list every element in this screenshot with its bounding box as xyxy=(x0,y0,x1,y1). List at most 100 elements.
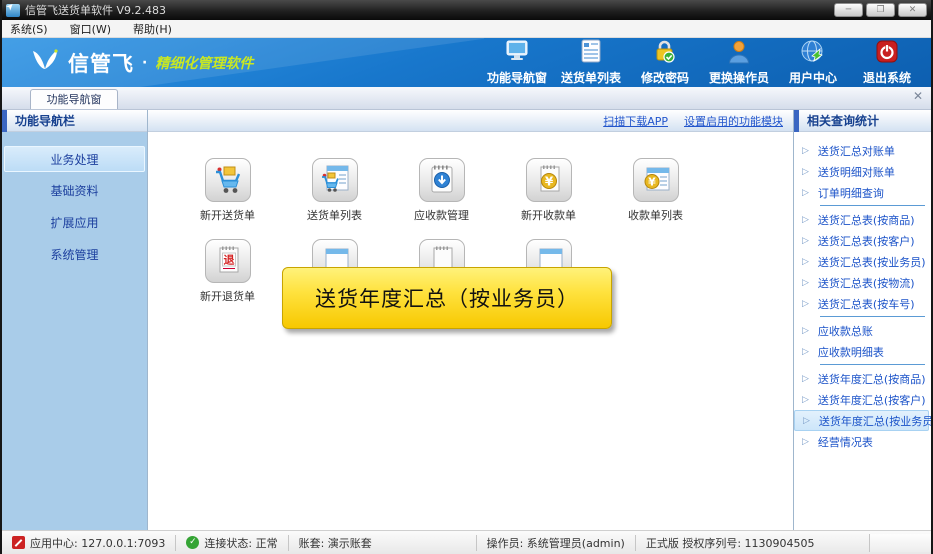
query-item[interactable]: ▷送货汇总表(按车号) xyxy=(794,293,931,314)
menu-help[interactable]: 帮助(H) xyxy=(133,21,172,37)
svg-text:¥: ¥ xyxy=(544,174,553,188)
receipt-new-icon: ¥ xyxy=(533,163,565,198)
power-icon xyxy=(874,39,900,67)
triangle-icon: ▷ xyxy=(802,347,809,357)
triangle-icon: ▷ xyxy=(803,416,810,426)
right-panel-header: 相关查询统计 xyxy=(794,110,931,132)
toolbar-user-center[interactable]: 用户中心 xyxy=(779,39,847,86)
resize-grip[interactable] xyxy=(869,534,931,552)
query-list: ▷送货汇总对账单 ▷送货明细对账单 ▷订单明细查询 ▷送货汇总表(按商品) ▷送… xyxy=(794,132,931,530)
cart-list-icon xyxy=(319,163,351,198)
shortcut-receipt-list[interactable]: ¥ 收款单列表 xyxy=(602,158,709,223)
triangle-icon: ▷ xyxy=(802,167,809,177)
shortcut-new-return[interactable]: 退 新开退货单 xyxy=(174,239,281,304)
menu-system[interactable]: 系统(S) xyxy=(10,21,48,37)
app-header: 信管飞 · 精细化管理软件 功能导航窗 送货单列表 修改密码 更换操作员 xyxy=(2,38,931,87)
query-item[interactable]: ▷送货汇总表(按客户) xyxy=(794,230,931,251)
left-nav-panel: 功能导航栏 业务处理 基础资料 扩展应用 系统管理 xyxy=(2,110,148,530)
receipt-list-icon: ¥ xyxy=(640,163,672,198)
query-item[interactable]: ▷送货汇总表(按业务员) xyxy=(794,251,931,272)
triangle-icon: ▷ xyxy=(802,374,809,384)
left-panel-title: 功能导航栏 xyxy=(15,112,75,129)
shortcut-delivery-list[interactable]: 送货单列表 xyxy=(281,158,388,223)
query-item[interactable]: ▷送货汇总对账单 xyxy=(794,140,931,161)
tab-strip: 功能导航窗 ✕ xyxy=(2,87,931,110)
links-row: 扫描下载APP 设置启用的功能模块 xyxy=(148,110,793,132)
query-item[interactable]: ▷送货明细对账单 xyxy=(794,161,931,182)
list-divider xyxy=(820,364,925,365)
shortcut-receivable-mgmt[interactable]: 应收款管理 xyxy=(388,158,495,223)
triangle-icon: ▷ xyxy=(802,236,809,246)
toolbar-switch-operator[interactable]: 更换操作员 xyxy=(705,39,773,86)
query-item[interactable]: ▷送货汇总表(按商品) xyxy=(794,209,931,230)
hover-tooltip: 送货年度汇总（按业务员） xyxy=(282,267,612,329)
logo: 信管飞 · 精细化管理软件 xyxy=(30,48,253,78)
query-item[interactable]: ▷送货年度汇总(按客户) xyxy=(794,389,931,410)
toolbar-delivery-list[interactable]: 送货单列表 xyxy=(557,39,625,86)
triangle-icon: ▷ xyxy=(802,326,809,336)
restore-button[interactable]: ❐ xyxy=(866,3,895,17)
query-item[interactable]: ▷订单明细查询 xyxy=(794,182,931,203)
status-app-center: 应用中心: 127.0.0.1:7093 xyxy=(2,535,176,551)
sidebar-item-system[interactable]: 系统管理 xyxy=(4,242,145,268)
related-queries-panel: 相关查询统计 ▷送货汇总对账单 ▷送货明细对账单 ▷订单明细查询 ▷送货汇总表(… xyxy=(793,110,931,530)
sidebar-item-business[interactable]: 业务处理 xyxy=(4,146,145,172)
left-panel-header: 功能导航栏 xyxy=(2,110,147,132)
minimize-button[interactable]: ─ xyxy=(834,3,863,17)
lock-icon xyxy=(652,39,678,67)
brand-separator: · xyxy=(142,55,147,71)
title-bar: 信管飞送货单软件 V9.2.483 ─ ❐ ✕ xyxy=(2,0,931,20)
check-icon: ✓ xyxy=(186,536,199,549)
status-connection: ✓ 连接状态: 正常 xyxy=(176,535,288,551)
toolbar-nav-window[interactable]: 功能导航窗 xyxy=(483,39,551,86)
triangle-icon: ▷ xyxy=(802,188,809,198)
list-divider xyxy=(820,316,925,317)
query-item[interactable]: ▷应收款总账 xyxy=(794,320,931,341)
app-icon xyxy=(6,4,20,17)
return-icon: 退 xyxy=(212,244,244,279)
status-account: 账套: 演示账套 xyxy=(289,535,477,551)
header-toolbar: 功能导航窗 送货单列表 修改密码 更换操作员 用户中心 退出系统 xyxy=(483,39,921,86)
icon-row-1: 新开送货单 送货单列表 应收款管理 ¥ 新开收款单 xyxy=(174,158,793,223)
close-button[interactable]: ✕ xyxy=(898,3,927,17)
status-bar: 应用中心: 127.0.0.1:7093 ✓ 连接状态: 正常 账套: 演示账套… xyxy=(2,530,931,554)
window-title: 信管飞送货单软件 V9.2.483 xyxy=(25,2,166,18)
right-panel-title: 相关查询统计 xyxy=(807,112,879,129)
accent-bar xyxy=(794,110,799,132)
triangle-icon: ▷ xyxy=(802,395,809,405)
toolbar-exit-system[interactable]: 退出系统 xyxy=(853,39,921,86)
query-item[interactable]: ▷经营情况表 xyxy=(794,431,931,452)
sidebar-item-extensions[interactable]: 扩展应用 xyxy=(4,210,145,236)
shortcut-new-receipt[interactable]: ¥ 新开收款单 xyxy=(495,158,602,223)
query-item[interactable]: ▷送货年度汇总(按商品) xyxy=(794,368,931,389)
list-divider xyxy=(820,205,925,206)
brand-name: 信管飞 xyxy=(68,48,134,78)
toolbar-change-password[interactable]: 修改密码 xyxy=(631,39,699,86)
triangle-icon: ▷ xyxy=(802,437,809,447)
sidebar-item-basic-data[interactable]: 基础资料 xyxy=(4,178,145,204)
menu-window[interactable]: 窗口(W) xyxy=(70,21,111,37)
monitor-icon xyxy=(504,39,530,67)
brand-tagline: 精细化管理软件 xyxy=(155,53,253,73)
triangle-icon: ▷ xyxy=(802,299,809,309)
query-item-selected[interactable]: ▷送货年度汇总(按业务员) xyxy=(794,410,929,431)
cart-icon xyxy=(212,163,244,198)
triangle-icon: ▷ xyxy=(802,257,809,267)
query-item[interactable]: ▷应收款明细表 xyxy=(794,341,931,362)
download-app-link[interactable]: 扫描下载APP xyxy=(603,113,668,129)
query-item[interactable]: ▷送货汇总表(按物流) xyxy=(794,272,931,293)
user-icon xyxy=(726,39,752,67)
status-operator: 操作员: 系统管理员(admin) xyxy=(477,535,636,551)
tab-nav-window[interactable]: 功能导航窗 xyxy=(30,89,118,109)
main-panel: 扫描下载APP 设置启用的功能模块 新开送货单 送货单列表 应收款管理 xyxy=(148,110,793,530)
close-tab-icon[interactable]: ✕ xyxy=(913,90,923,102)
menu-bar: 系统(S) 窗口(W) 帮助(H) xyxy=(2,20,931,38)
logo-mark-icon xyxy=(30,48,60,77)
status-license: 正式版 授权序列号: 1130904505 xyxy=(636,535,825,551)
svg-text:退: 退 xyxy=(223,252,234,266)
app-center-icon xyxy=(12,536,25,549)
accent-bar xyxy=(2,110,7,132)
triangle-icon: ▷ xyxy=(802,215,809,225)
module-settings-link[interactable]: 设置启用的功能模块 xyxy=(684,113,783,129)
shortcut-new-delivery[interactable]: 新开送货单 xyxy=(174,158,281,223)
